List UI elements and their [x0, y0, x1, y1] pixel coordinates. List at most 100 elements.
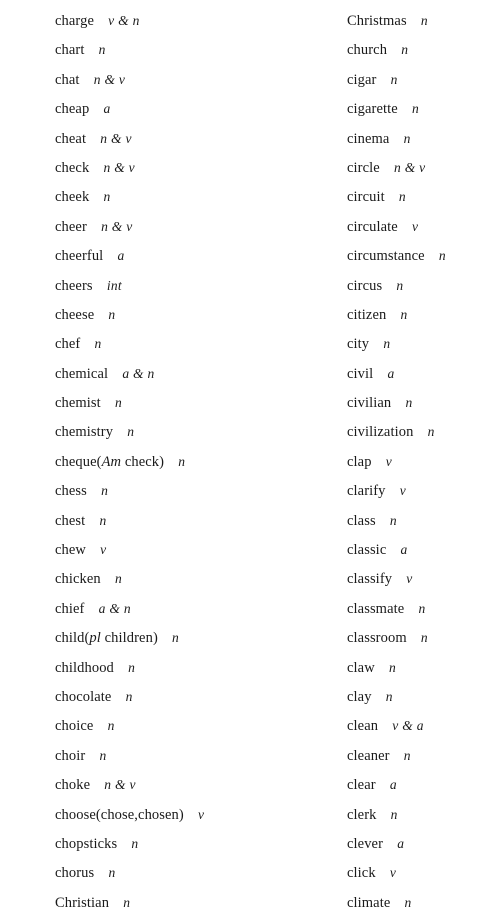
entry-headword: clarify — [347, 483, 386, 500]
dictionary-entry: circus n — [347, 271, 500, 300]
part-of-speech-tag: a & n — [98, 600, 131, 616]
dictionary-entry: climate n — [347, 888, 500, 917]
dictionary-entry: civilian n — [347, 388, 500, 417]
part-of-speech-tag: int — [106, 277, 122, 293]
dictionary-entry: chief a & n — [55, 594, 307, 623]
entry-headword: cleaner — [347, 747, 390, 764]
entry-headword: chart — [55, 42, 85, 59]
entry-headword: classmate — [347, 600, 405, 617]
part-of-speech-tag: n — [98, 42, 106, 58]
dictionary-entry: clear a — [347, 770, 500, 799]
entry-headword: chest — [55, 512, 86, 529]
dictionary-entry: choir n — [55, 741, 307, 770]
entry-headword: cheat — [55, 130, 87, 147]
part-of-speech-tag: n — [125, 688, 133, 704]
headword-suffix: children) — [100, 630, 158, 647]
part-of-speech-tag: a & n — [122, 365, 155, 381]
part-of-speech-tag: n — [390, 806, 398, 822]
part-of-speech-tag: n & v — [103, 159, 135, 175]
part-of-speech-tag: v & a — [392, 718, 424, 734]
dictionary-entry: chicken n — [55, 564, 307, 593]
entry-headword: claw — [347, 659, 375, 676]
entry-headword: cheap — [55, 101, 90, 118]
part-of-speech-tag: n — [99, 747, 107, 763]
entry-headword: citizen — [347, 306, 387, 323]
right-column: Christmas n church n cigar n cigarette n cinema n… — [307, 0, 500, 919]
entry-headword: cheek — [55, 189, 90, 206]
dictionary-entry: chest n — [55, 506, 307, 535]
part-of-speech-tag: v — [100, 542, 107, 558]
dictionary-entry: cheers int — [55, 271, 307, 300]
entry-headword: circulate — [347, 218, 398, 235]
entry-headword: chopsticks — [55, 835, 118, 852]
dictionary-entry: chart n — [55, 35, 307, 64]
dictionary-entry: charge v & n — [55, 6, 307, 35]
entry-headword: chocolate — [55, 688, 112, 705]
dictionary-entry: cheap a — [55, 94, 307, 123]
entry-headword: choose(chose,chosen) — [55, 806, 184, 823]
entry-headword: civil — [347, 365, 374, 382]
part-of-speech-tag: n & v — [100, 130, 132, 146]
entry-headword: classic — [347, 542, 387, 559]
entry-headword: civilization — [347, 424, 414, 441]
part-of-speech-tag: n — [390, 71, 398, 87]
part-of-speech-tag: n — [108, 865, 116, 881]
part-of-speech-tag: v — [389, 865, 397, 881]
part-of-speech-tag: n & v — [101, 218, 133, 234]
entry-headword: circus — [347, 277, 383, 294]
entry-headword: Christmas — [347, 13, 407, 29]
entry-headword: city — [347, 336, 370, 353]
dictionary-entry: cheese n — [55, 300, 307, 329]
dictionary-entry: chess n — [55, 476, 307, 505]
entry-headword: Christian — [55, 894, 110, 911]
dictionary-entry: cheerful a — [55, 241, 307, 270]
part-of-speech-tag: n — [99, 512, 107, 528]
entry-headword: class — [347, 512, 376, 529]
part-of-speech-tag: n — [427, 424, 435, 440]
entry-headword: click — [347, 865, 376, 882]
dictionary-entry: clean v & a — [347, 711, 500, 740]
entry-headword: chief — [55, 600, 85, 617]
part-of-speech-tag: v — [198, 806, 205, 822]
entry-headword: circle — [347, 159, 380, 176]
entry-headword: clear — [347, 777, 376, 794]
part-of-speech-tag: n — [107, 718, 115, 734]
part-of-speech-tag: n — [405, 395, 413, 411]
dictionary-entry: clarify v — [347, 476, 500, 505]
part-of-speech-tag: n & v — [104, 777, 136, 793]
part-of-speech-tag: n — [420, 630, 428, 646]
dictionary-entry: cheat n & v — [55, 124, 307, 153]
entry-headword: choke — [55, 777, 91, 794]
part-of-speech-tag: n — [114, 571, 123, 587]
entry-headword: chemistry — [55, 424, 114, 441]
entry-headword: clay — [347, 688, 372, 705]
entry-headword: clean — [347, 718, 379, 735]
entry-headword: classify — [347, 571, 393, 588]
dictionary-entry: classmate n — [347, 594, 500, 623]
part-of-speech-tag: n — [396, 277, 404, 293]
part-of-speech-tag: n — [114, 395, 123, 411]
entry-headword: cheers — [55, 277, 93, 294]
dictionary-entry: cheque(Am check) n — [55, 447, 307, 476]
entry-headword: cheer — [55, 218, 87, 235]
dictionary-entry: Christmas n — [347, 6, 500, 35]
entry-headword: civilian — [347, 395, 392, 412]
dictionary-entry: chat n & v — [55, 65, 307, 94]
entry-headword: cheque(Am check) — [55, 454, 164, 470]
dictionary-entry: church n — [347, 35, 500, 64]
dictionary-entry: childhood n — [55, 653, 307, 682]
part-of-speech-tag: n — [94, 336, 102, 352]
dictionary-entry: click v — [347, 858, 500, 887]
headword-text: child( — [55, 630, 90, 647]
dictionary-entry: civilization n — [347, 417, 500, 446]
part-of-speech-tag: v — [399, 483, 407, 499]
entry-headword: choice — [55, 718, 94, 735]
entry-headword: chef — [55, 336, 81, 353]
dictionary-entry: clay n — [347, 682, 500, 711]
entry-headword: classroom — [347, 630, 407, 647]
dictionary-entry: citizen n — [347, 300, 500, 329]
entry-headword: chat — [55, 71, 80, 88]
entry-headword: cinema — [347, 130, 390, 147]
dictionary-entry: choice n — [55, 711, 307, 740]
part-of-speech-tag: n — [411, 101, 420, 117]
